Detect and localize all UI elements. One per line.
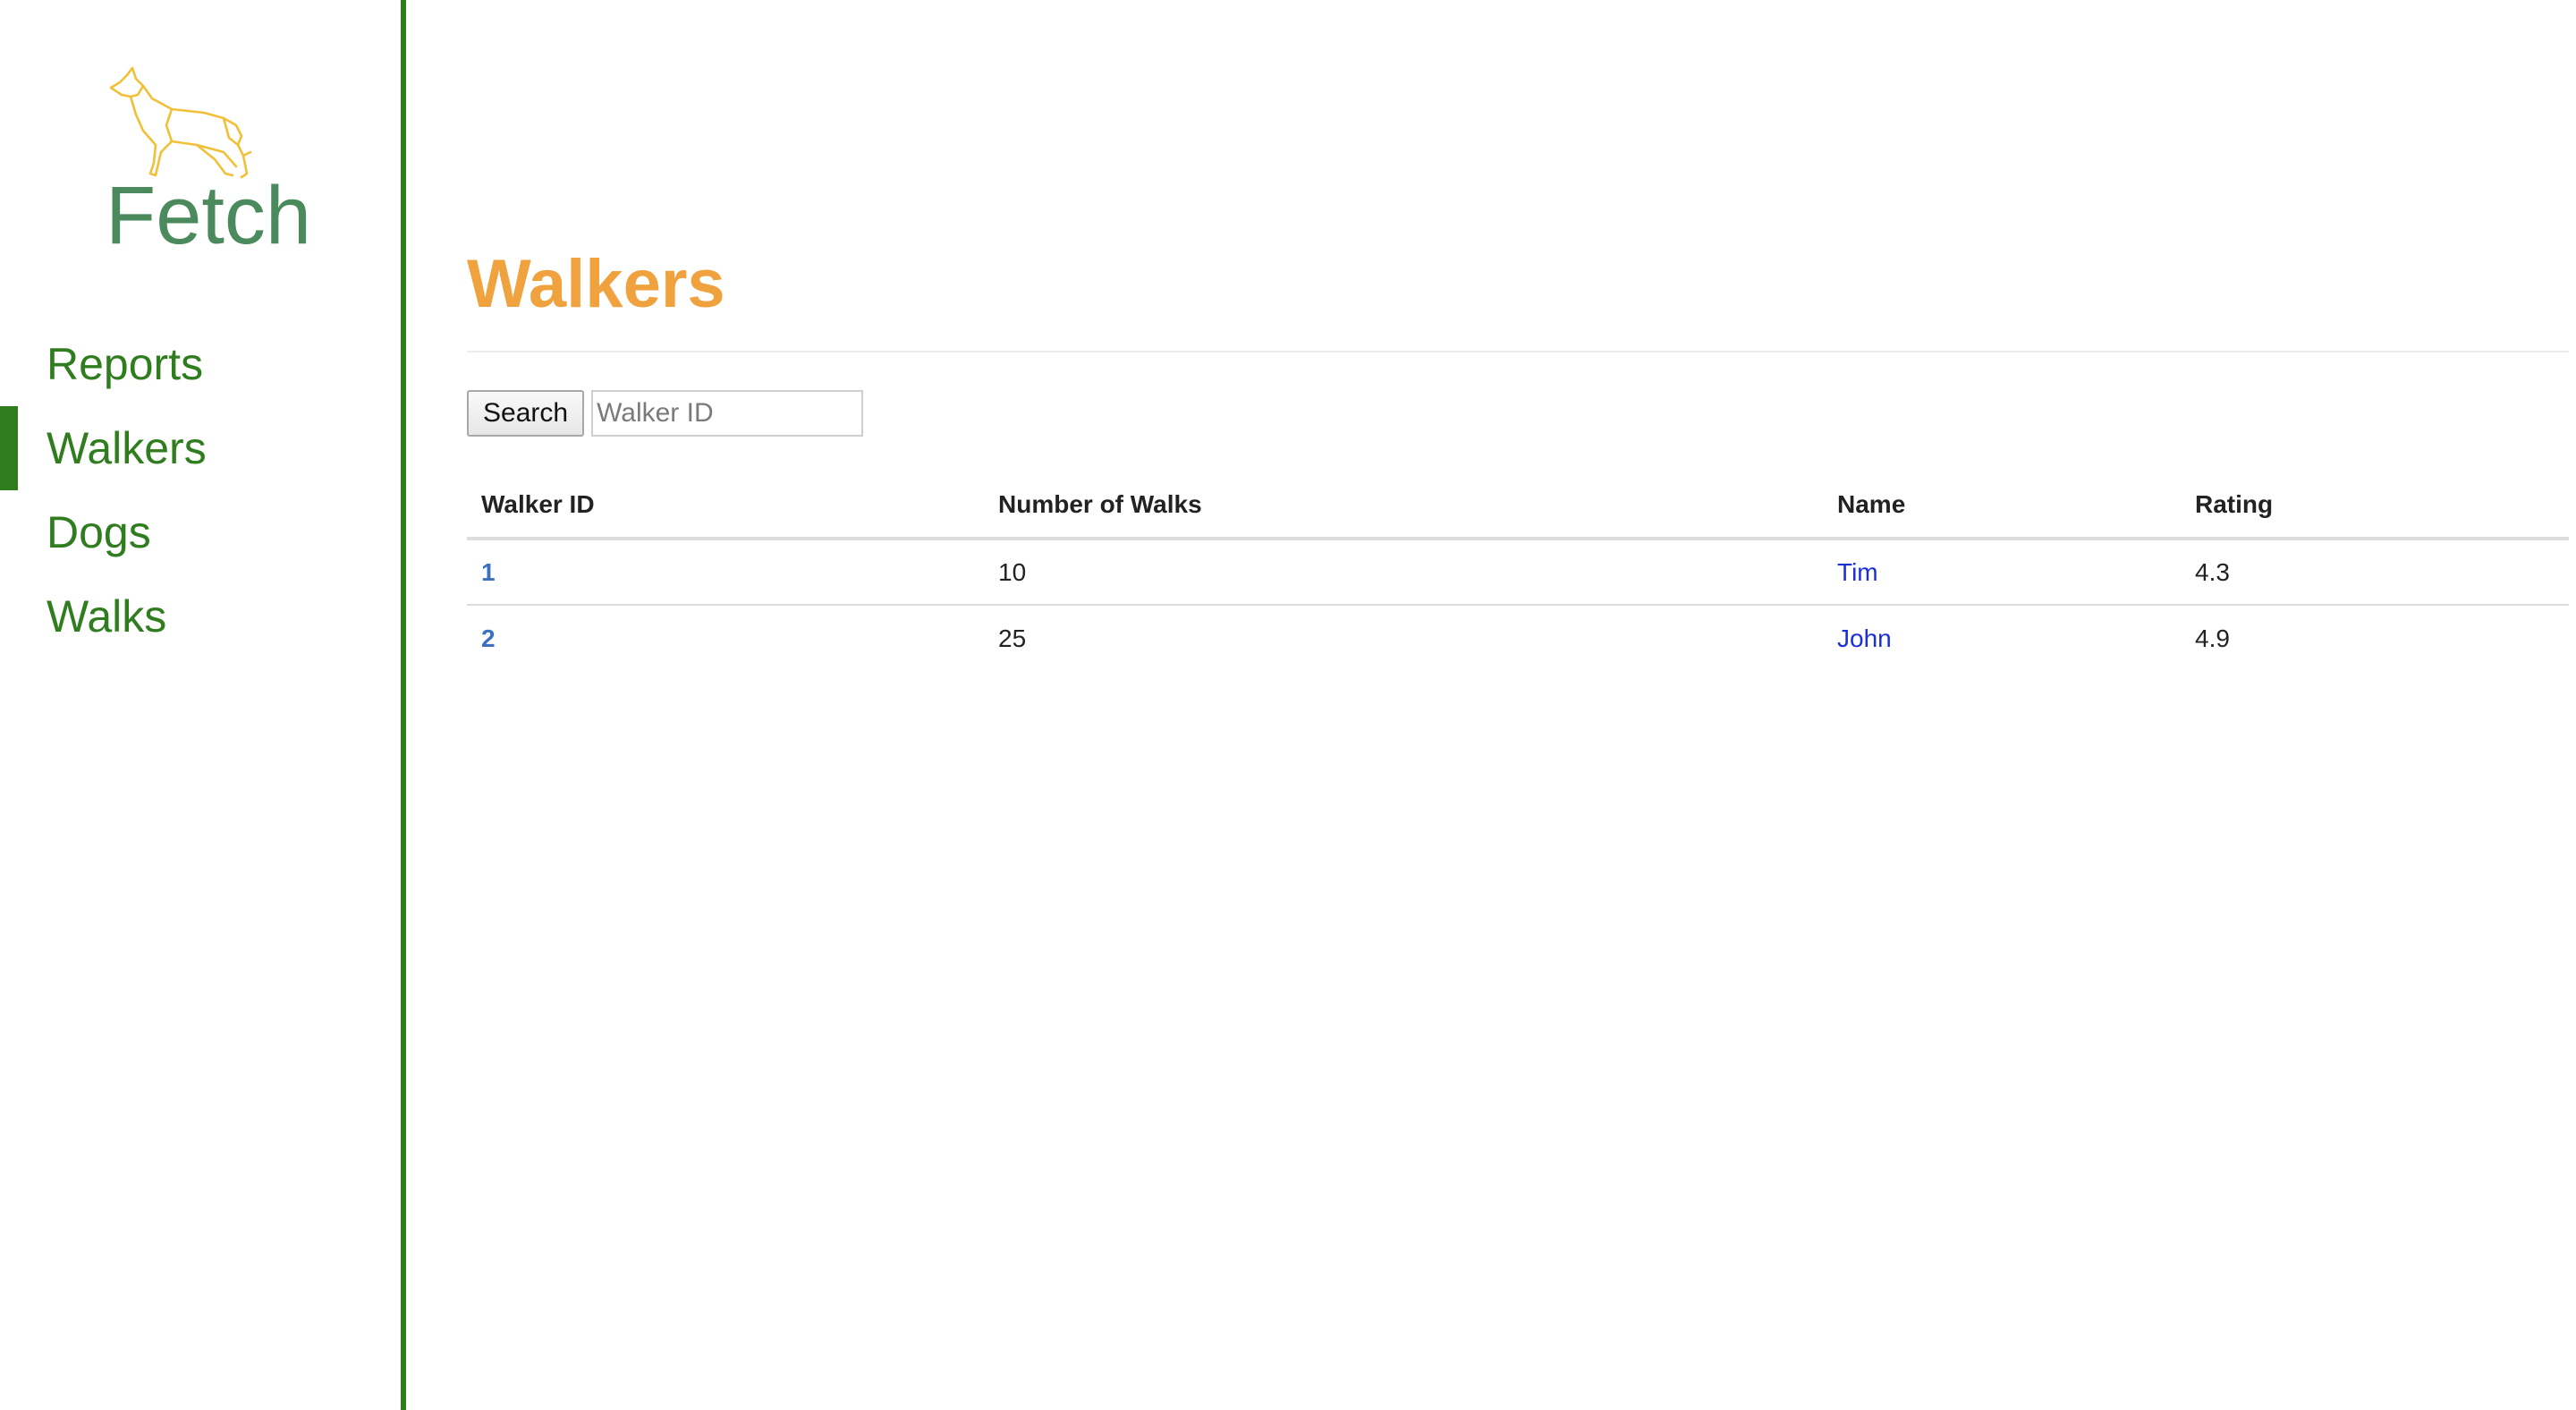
cell-number-of-walks: 25 — [998, 624, 1027, 652]
cell-rating: 4.3 — [2181, 539, 2569, 606]
sidebar-item-label: Walks — [47, 591, 167, 641]
table-row: 2 25 John 4.9 — [467, 605, 2569, 671]
walker-name-link[interactable]: Tim — [1837, 558, 1878, 586]
table-row: 1 10 Tim 4.3 — [467, 539, 2569, 606]
walkers-table: Walker ID Number of Walks Name Rating 1 … — [467, 472, 2569, 671]
logo-wordmark: Fetch — [106, 170, 311, 256]
sidebar-item-label: Dogs — [47, 507, 151, 557]
cell-name: John — [1823, 605, 2181, 671]
page-title: Walkers — [467, 246, 725, 322]
column-header-rating[interactable]: Rating — [2181, 472, 2569, 540]
cell-name: Tim — [1823, 539, 2181, 606]
sidebar-item-label: Walkers — [47, 423, 207, 473]
sidebar-item-reports[interactable]: Reports — [0, 322, 401, 406]
cell-walker-id: 1 — [467, 539, 984, 606]
cell-walker-id: 2 — [467, 605, 984, 671]
title-divider — [467, 351, 2569, 352]
sidebar-item-label: Reports — [47, 339, 204, 389]
search-button[interactable]: Search — [467, 390, 585, 437]
sidebar-nav: Reports Walkers Dogs Walks — [0, 322, 401, 658]
walker-id-search-input[interactable] — [591, 390, 864, 437]
column-header-walker-id[interactable]: Walker ID — [467, 472, 984, 540]
sidebar-item-walkers[interactable]: Walkers — [0, 406, 401, 490]
table-header-row: Walker ID Number of Walks Name Rating — [467, 472, 2569, 540]
fetch-logo[interactable]: Fetch — [89, 59, 322, 261]
walker-name-link[interactable]: John — [1837, 624, 1892, 652]
sidebar: Fetch Reports Walkers Dogs Walks — [0, 0, 406, 1410]
column-header-name[interactable]: Name — [1823, 472, 2181, 540]
sidebar-item-dogs[interactable]: Dogs — [0, 490, 401, 574]
column-header-number-of-walks[interactable]: Number of Walks — [984, 472, 1823, 540]
sidebar-item-walks[interactable]: Walks — [0, 574, 401, 658]
search-bar: Search — [467, 390, 864, 437]
walker-id-link[interactable]: 1 — [481, 558, 496, 586]
dog-logo-icon: Fetch — [106, 66, 311, 261]
cell-number-of-walks: 10 — [984, 539, 1823, 606]
cell-rating: 4.9 — [2195, 624, 2230, 652]
main-content: Walkers Search Walker ID Number of Walks… — [467, 0, 2569, 1410]
walker-id-link[interactable]: 2 — [481, 624, 496, 652]
